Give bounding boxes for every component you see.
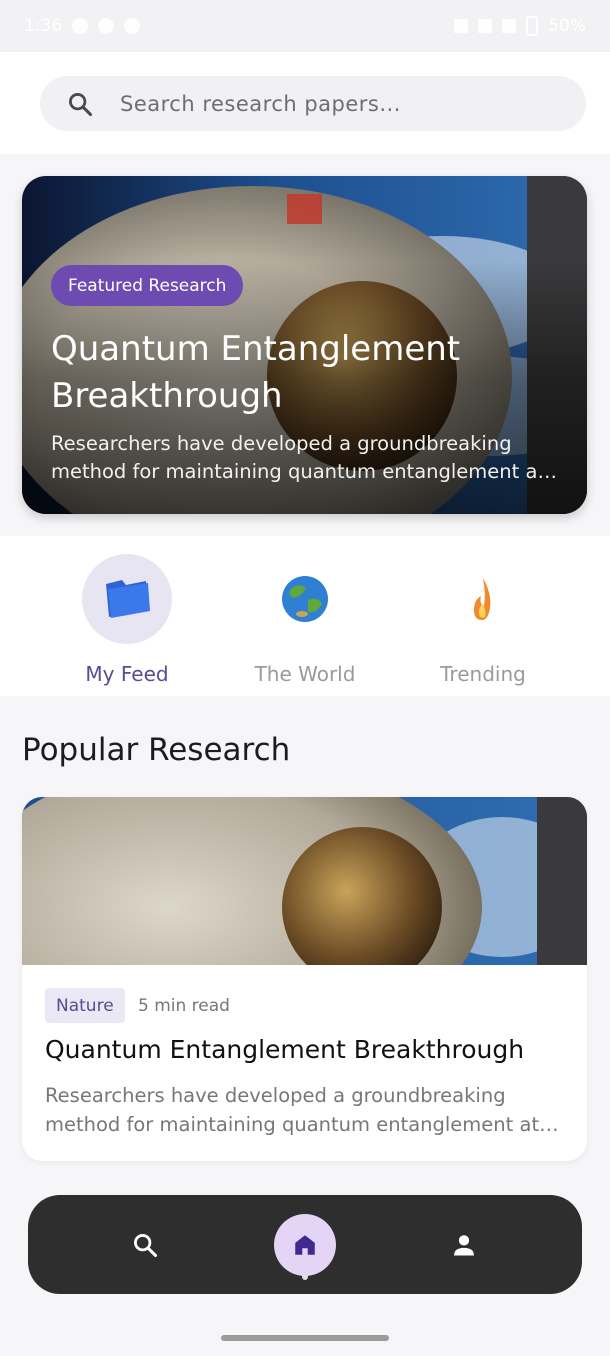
search-icon bbox=[69, 92, 93, 116]
home-icon bbox=[295, 1234, 315, 1255]
featured-title: Quantum Entanglement Breakthrough bbox=[51, 329, 461, 416]
folder-icon bbox=[106, 580, 150, 618]
whatsapp-icon bbox=[72, 18, 89, 34]
status-bar: 1:36 50% bbox=[0, 0, 610, 52]
nav-home-highlight bbox=[274, 1213, 336, 1276]
search-header: Search research papers... bbox=[0, 52, 610, 154]
research-card[interactable]: Nature 5 min read Quantum Entanglement B… bbox=[22, 797, 587, 1161]
read-time: 5 min read bbox=[138, 996, 230, 1016]
research-tag: Nature bbox=[45, 988, 125, 1023]
research-card-image bbox=[22, 797, 587, 965]
notification-icon bbox=[124, 18, 141, 34]
fire-icon bbox=[474, 578, 491, 620]
wifi-icon bbox=[478, 19, 493, 33]
battery-icon bbox=[526, 16, 539, 36]
tab-trending[interactable]: Trending bbox=[393, 554, 573, 686]
profile-icon bbox=[454, 1234, 474, 1255]
tab-icon-wrap bbox=[438, 554, 528, 644]
gesture-bar[interactable] bbox=[221, 1335, 389, 1341]
category-tabs: My Feed The World Trending bbox=[0, 536, 610, 696]
status-time: 1:36 bbox=[24, 16, 63, 36]
section-title: Popular Research bbox=[22, 732, 291, 768]
tab-label-my-feed: My Feed bbox=[85, 662, 169, 686]
featured-description: Researchers have developed a groundbreak… bbox=[51, 432, 546, 483]
research-description: Researchers have developed a groundbreak… bbox=[45, 1084, 540, 1136]
alarm-icon bbox=[454, 19, 469, 33]
status-left: 1:36 bbox=[24, 16, 141, 36]
signal-icon bbox=[502, 19, 517, 33]
nav-active-indicator bbox=[302, 1274, 308, 1280]
search-icon bbox=[134, 1233, 158, 1257]
chat-icon bbox=[98, 18, 115, 34]
search-placeholder: Search research papers... bbox=[120, 91, 401, 116]
globe-icon bbox=[282, 576, 328, 622]
tab-the-world[interactable]: The World bbox=[215, 554, 395, 686]
tab-icon-wrap bbox=[82, 554, 172, 644]
research-title: Quantum Entanglement Breakthrough bbox=[45, 1035, 525, 1064]
status-right: 50% bbox=[454, 16, 586, 36]
nav-profile-button[interactable] bbox=[404, 1195, 524, 1294]
nav-search-button[interactable] bbox=[85, 1195, 205, 1294]
featured-badge: Featured Research bbox=[51, 265, 244, 306]
tab-label-trending: Trending bbox=[440, 662, 526, 686]
search-input[interactable]: Search research papers... bbox=[40, 76, 586, 131]
tab-icon-wrap bbox=[260, 554, 350, 644]
featured-research-card[interactable]: Featured Research Quantum Entanglement B… bbox=[22, 176, 587, 514]
bottom-nav bbox=[28, 1195, 582, 1294]
tab-label-the-world: The World bbox=[254, 662, 356, 686]
tab-my-feed[interactable]: My Feed bbox=[37, 554, 217, 686]
battery-level: 50% bbox=[548, 16, 586, 36]
